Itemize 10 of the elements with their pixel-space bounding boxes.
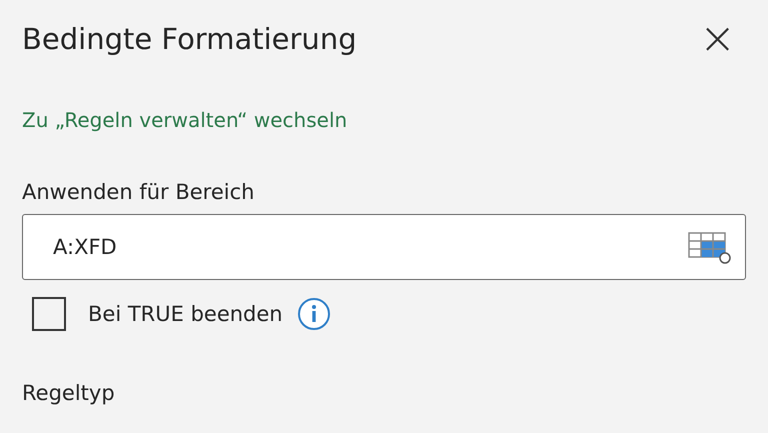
range-label: Anwenden für Bereich xyxy=(22,180,256,204)
checkbox-label: Bei TRUE beenden xyxy=(88,302,283,326)
range-select-icon[interactable] xyxy=(688,230,732,264)
panel-title: Bedingte Formatierung xyxy=(22,22,357,56)
manage-rules-link[interactable]: Zu „Regeln verwalten“ wechseln xyxy=(22,108,348,132)
range-field[interactable]: A:XFD xyxy=(22,214,746,280)
info-icon[interactable] xyxy=(296,297,331,331)
close-button[interactable]: × xyxy=(689,17,746,61)
checkbox[interactable] xyxy=(32,297,66,331)
rule-type-label: Regeltyp xyxy=(22,381,116,405)
